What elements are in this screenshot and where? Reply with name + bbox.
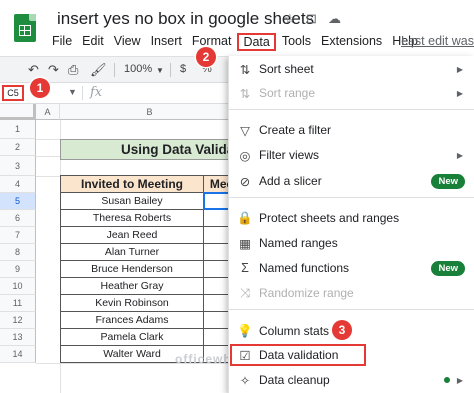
chevron-right-icon: ▶ [456,150,463,160]
table-cell-name[interactable]: Jean Reed [60,227,204,244]
filter-views-icon: ◎ [239,148,251,163]
filter-icon: ▽ [240,123,250,138]
sigma-icon: Σ [241,261,249,275]
menu-view[interactable]: View [110,33,145,51]
slicer-icon: ⊘ [239,174,251,189]
cleanup-icon: ✧ [239,373,251,388]
data-validation-highlight [230,344,366,366]
lightbulb-icon: 💡 [237,323,253,338]
menu-extensions[interactable]: Extensions [317,33,386,51]
header-cell-invited[interactable]: Invited to Meeting [60,175,204,193]
row-header[interactable]: 3 [0,156,36,176]
sort-icon: ⇅ [239,62,251,77]
new-badge: New [431,260,465,276]
row-header[interactable]: 14 [0,346,36,363]
zoom-select[interactable]: 100% [124,63,152,75]
name-box[interactable]: C5 [2,85,24,101]
step-badge-1: 1 [30,78,50,98]
status-dot-icon [444,377,450,383]
row-header[interactable]: 2 [0,139,36,156]
row-header[interactable]: 7 [0,227,36,244]
menu-item-data-cleanup[interactable]: ✧ Data cleanup ▶ [229,368,474,392]
row-header[interactable]: 10 [0,278,36,295]
menu-item-sort-range[interactable]: ⇅ Sort range ▶ [229,81,474,105]
table-cell-name[interactable]: Alan Turner [60,244,204,261]
menu-item-sort-sheet[interactable]: ⇅ Sort sheet ▶ [229,57,474,81]
step-badge-2: 2 [196,47,216,67]
column-header-b[interactable]: B [60,104,240,120]
name-box-chevron-down-icon[interactable]: ▼ [68,87,77,97]
new-badge: New [431,173,465,189]
row-header-selected[interactable]: 5 [0,193,36,210]
menu-item-named-ranges[interactable]: ▦ Named ranges [229,231,474,255]
row-header[interactable]: 6 [0,210,36,227]
shuffle-icon: ⤨ [239,285,250,300]
menu-data[interactable]: Data [237,33,276,51]
chevron-right-icon: ▶ [456,64,463,74]
star-icon[interactable]: ☆ [284,11,296,27]
redo-icon[interactable]: ↷ [48,62,59,78]
menu-edit[interactable]: Edit [78,33,108,51]
zoom-chevron-down-icon[interactable]: ▼ [156,66,164,75]
menu-item-filter-views[interactable]: ◎ Filter views ▶ [229,143,474,167]
menu-item-randomize-range[interactable]: ⤨ Randomize range [229,281,474,305]
row-header[interactable]: 9 [0,261,36,278]
table-cell-name[interactable]: Theresa Roberts [60,210,204,227]
chevron-right-icon: ▶ [456,375,463,385]
row-header[interactable]: 4 [0,176,36,193]
sort-range-icon: ⇅ [239,86,251,101]
app-header: insert yes no box in google sheets ☆ ⊡ ☁… [0,0,474,56]
menu-item-protect-sheets[interactable]: 🔒 Protect sheets and ranges [229,206,474,230]
menu-item-named-functions[interactable]: Σ Named functions New [229,256,474,280]
table-cell-name[interactable]: Frances Adams [60,312,204,329]
menu-item-add-slicer[interactable]: ⊘ Add a slicer New [229,169,474,193]
move-folder-icon[interactable]: ⊡ [306,11,317,27]
row-header[interactable]: 11 [0,295,36,312]
last-edit-link[interactable]: Last edit was [401,34,474,48]
paint-format-icon[interactable]: 🖌 [90,62,107,78]
data-menu-dropdown: ⇅ Sort sheet ▶ ⇅ Sort range ▶ ▽ Create a… [228,56,474,393]
print-icon[interactable]: ⎙ [68,62,78,78]
table-cell-name[interactable]: Susan Bailey [60,193,204,210]
sheets-logo-icon[interactable] [14,14,36,42]
document-title[interactable]: insert yes no box in google sheets [57,9,314,29]
currency-format-button[interactable]: $ [180,63,186,75]
named-ranges-icon: ▦ [239,236,251,251]
fx-icon: fx [90,85,103,100]
menu-tools[interactable]: Tools [278,33,315,51]
table-cell-name[interactable]: Heather Gray [60,278,204,295]
row-header[interactable]: 13 [0,329,36,346]
table-cell-name[interactable]: Kevin Robinson [60,295,204,312]
undo-icon[interactable]: ↶ [28,62,39,78]
column-header-a[interactable]: A [36,104,60,120]
step-badge-3: 3 [332,320,352,340]
menu-file[interactable]: File [48,33,76,51]
select-all-corner[interactable] [0,104,36,120]
cloud-status-icon[interactable]: ☁ [328,11,341,27]
row-header[interactable]: 1 [0,120,36,139]
row-header[interactable]: 8 [0,244,36,261]
table-cell-name[interactable]: Pamela Clark [60,329,204,346]
menu-item-create-filter[interactable]: ▽ Create a filter [229,118,474,142]
menu-bar: File Edit View Insert Format Data Tools … [48,33,424,51]
row-header[interactable]: 12 [0,312,36,329]
table-cell-name[interactable]: Bruce Henderson [60,261,204,278]
sheet-title-cell[interactable]: Using Data Valida [60,139,240,160]
chevron-right-icon: ▶ [456,88,463,98]
lock-icon: 🔒 [237,210,253,225]
menu-insert[interactable]: Insert [147,33,186,51]
